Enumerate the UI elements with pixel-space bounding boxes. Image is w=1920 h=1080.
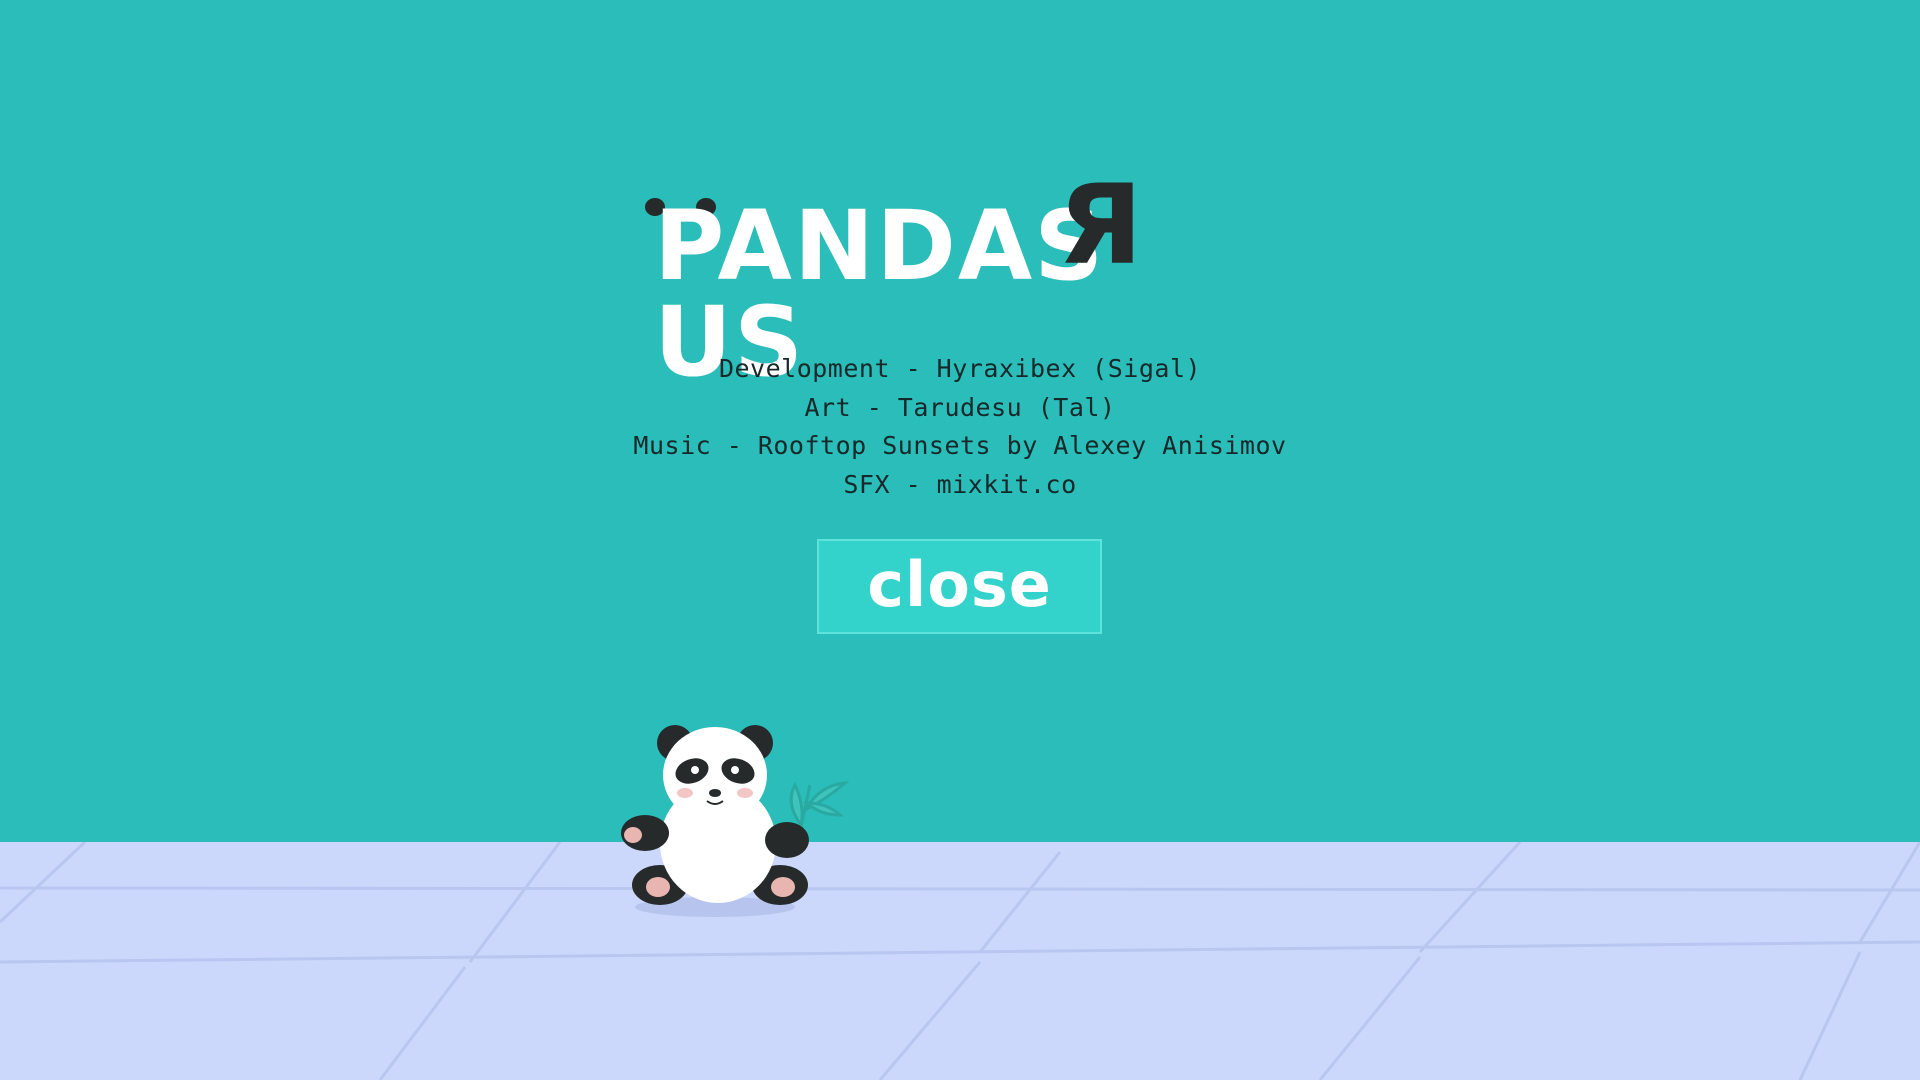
floor — [0, 842, 1920, 1080]
credit-art: Art - Tarudesu (Tal) — [804, 392, 1116, 422]
game-logo: PANDASUS Я — [640, 161, 1280, 390]
panda-icon — [605, 715, 855, 925]
credit-music: Music - Rooftop Sunsets by Alexey Anisim… — [633, 431, 1287, 460]
credits: Development - Hyraxibex (Sigal) Art - Ta… — [560, 350, 1360, 504]
close-button-label: close — [867, 548, 1052, 621]
credit-development: Development - Hyraxibex (Sigal) — [718, 354, 1202, 383]
close-button[interactable]: close — [817, 539, 1102, 634]
credit-sfx: SFX - mixkit.co — [843, 469, 1077, 499]
logo-reversed-r: Я — [1058, 161, 1143, 289]
